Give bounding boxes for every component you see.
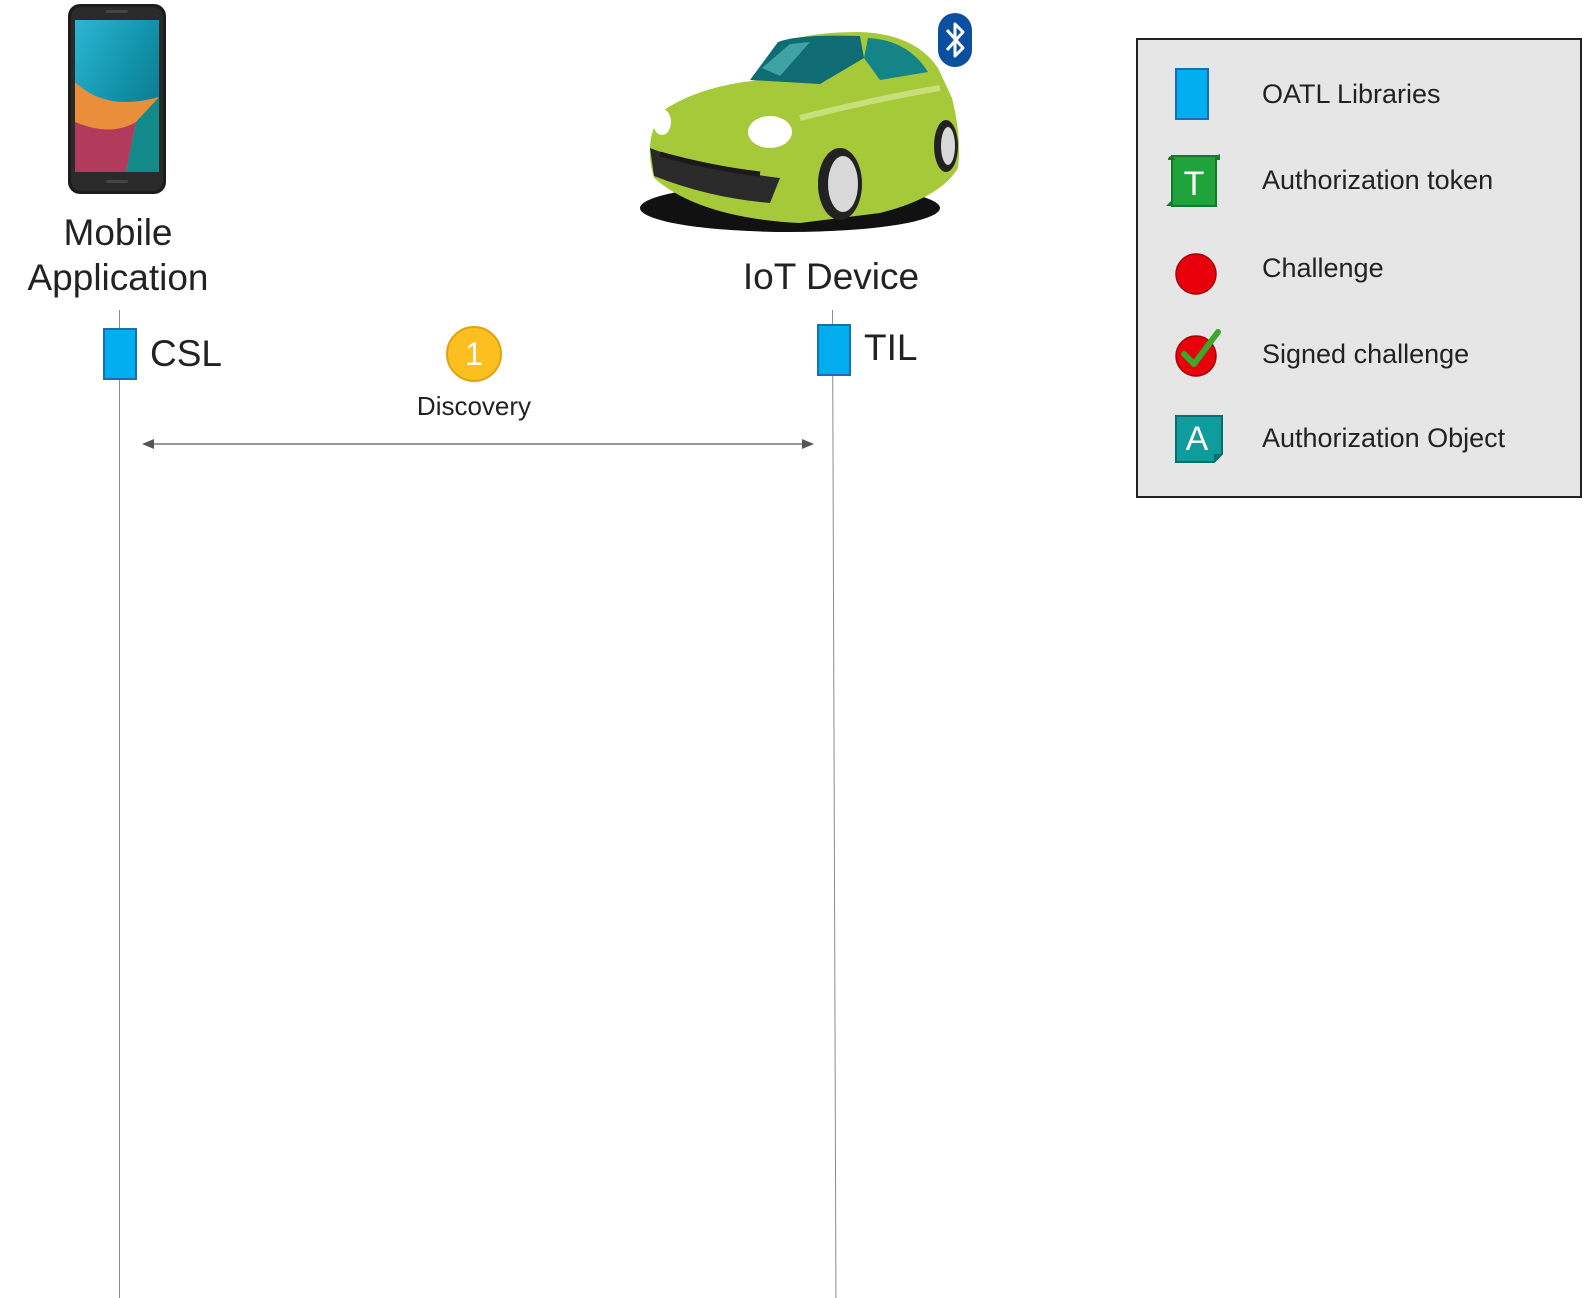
legend-panel: OATL Libraries T Authorization token Cha… bbox=[1136, 38, 1582, 498]
til-library-label: TIL bbox=[864, 327, 918, 368]
mobile-application-actor: Mobile Application bbox=[0, 0, 240, 300]
csl-library-label: CSL bbox=[150, 333, 222, 374]
step-1-number: 1 bbox=[465, 336, 483, 372]
authorization-object-icon: A bbox=[1175, 415, 1223, 463]
challenge-icon bbox=[1175, 253, 1217, 295]
mobile-application-label-line2: Application bbox=[27, 257, 209, 298]
iot-device-actor: IoT Device bbox=[640, 0, 1000, 300]
discovery-label: Discovery bbox=[416, 391, 532, 421]
step-1-badge: 1 bbox=[446, 326, 502, 382]
bluetooth-icon bbox=[938, 13, 972, 67]
iot-device-lifeline bbox=[832, 309, 837, 1298]
car-icon bbox=[640, 32, 960, 232]
discovery-arrow bbox=[142, 439, 814, 449]
legend-label-challenge: Challenge bbox=[1262, 253, 1384, 283]
oatl-library-icon bbox=[1175, 68, 1209, 120]
til-library-block bbox=[817, 324, 851, 376]
iot-device-label: IoT Device bbox=[742, 256, 920, 297]
csl-library-block bbox=[103, 328, 137, 380]
authorization-token-icon: T bbox=[1166, 154, 1220, 207]
legend-label-signed-challenge: Signed challenge bbox=[1262, 339, 1470, 369]
authorization-object-letter: A bbox=[1186, 420, 1209, 458]
smartphone-icon bbox=[68, 4, 166, 194]
mobile-application-label: Mobile Application bbox=[0, 210, 236, 300]
mobile-application-label-line1: Mobile bbox=[63, 212, 173, 253]
legend-label-oatl-libraries: OATL Libraries bbox=[1262, 79, 1441, 109]
signed-challenge-icon bbox=[1175, 329, 1221, 377]
legend-label-authorization-object: Authorization Object bbox=[1262, 423, 1506, 453]
authorization-token-letter: T bbox=[1184, 165, 1205, 203]
mobile-application-lifeline bbox=[119, 310, 120, 1298]
legend-label-authorization-token: Authorization token bbox=[1262, 165, 1494, 195]
